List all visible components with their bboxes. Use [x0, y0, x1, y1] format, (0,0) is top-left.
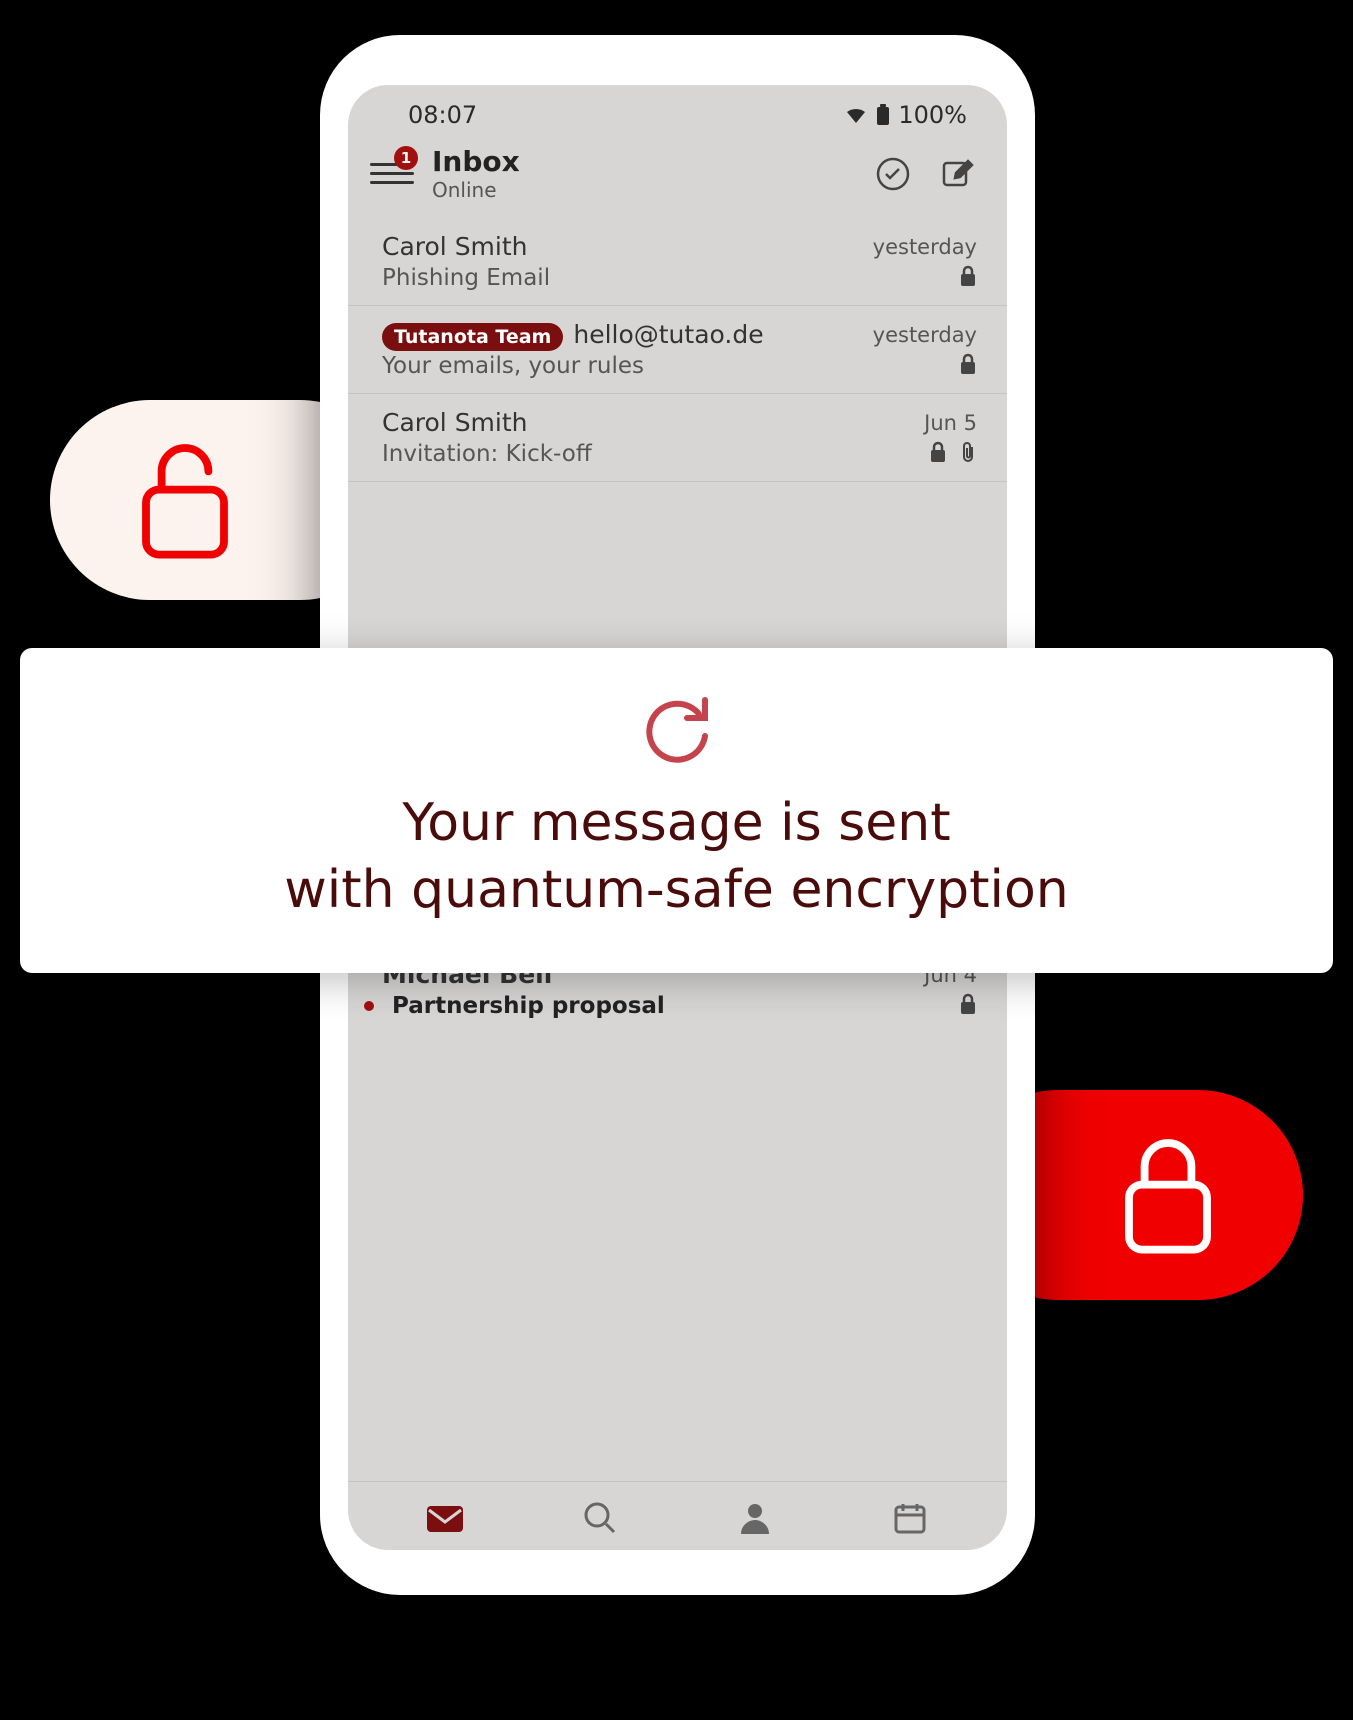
page-title: Inbox	[432, 145, 873, 178]
notification-card: Your message is sent with quantum-safe e…	[20, 648, 1333, 973]
mail-icon	[425, 1502, 465, 1534]
search-icon	[582, 1500, 618, 1536]
email-row[interactable]: Carol Smith Jun 5 Invitation: Kick-off	[348, 393, 1007, 481]
select-all-button[interactable]	[873, 154, 913, 194]
sender-name: Carol Smith	[382, 232, 528, 261]
email-subject: Partnership proposal	[382, 993, 665, 1019]
sender-tag: Tutanota Team	[382, 323, 563, 351]
email-subject: Phishing Email	[382, 265, 550, 291]
wifi-icon	[844, 103, 868, 127]
statusbar-time: 08:07	[408, 101, 477, 129]
unread-badge: 1	[394, 146, 418, 170]
app-header: 1 Inbox Online	[348, 139, 1007, 218]
nav-calendar[interactable]	[888, 1496, 932, 1540]
lock-icon	[959, 353, 977, 379]
bottom-nav	[348, 1481, 1007, 1550]
email-date: yesterday	[873, 323, 977, 347]
person-icon	[737, 1500, 773, 1536]
lock-icon	[1113, 1130, 1223, 1260]
lock-icon	[929, 441, 947, 467]
email-date: Jun 5	[924, 411, 977, 435]
email-date: yesterday	[873, 235, 977, 259]
notification-line1: Your message is sent	[50, 790, 1303, 857]
email-subject: Your emails, your rules	[382, 353, 644, 379]
calendar-icon	[893, 1501, 927, 1535]
sender-address: hello@tutao.de	[573, 320, 763, 349]
sync-icon	[50, 688, 1303, 772]
notification-line2: with quantum-safe encryption	[50, 857, 1303, 924]
email-row[interactable]: Tutanota Team hello@tutao.de yesterday Yo…	[348, 305, 1007, 393]
battery-icon	[876, 104, 890, 126]
menu-button[interactable]: 1	[370, 152, 414, 196]
email-row[interactable]: Carol Smith yesterday Phishing Email	[348, 218, 1007, 305]
nav-search[interactable]	[578, 1496, 622, 1540]
statusbar-right: 100%	[844, 101, 967, 129]
connection-status: Online	[432, 178, 873, 202]
statusbar: 08:07 100%	[348, 85, 1007, 139]
compose-button[interactable]	[937, 154, 977, 194]
nav-contacts[interactable]	[733, 1496, 777, 1540]
lock-icon	[959, 993, 977, 1019]
unlock-icon	[130, 435, 240, 565]
sender-name: Carol Smith	[382, 408, 528, 437]
nav-mail[interactable]	[423, 1496, 467, 1540]
email-subject: Invitation: Kick-off	[382, 441, 592, 467]
battery-percent: 100%	[898, 101, 967, 129]
attachment-icon	[959, 441, 977, 467]
checklist-icon	[875, 156, 911, 192]
compose-icon	[940, 157, 974, 191]
unread-dot	[364, 1001, 374, 1011]
lock-icon	[959, 265, 977, 291]
